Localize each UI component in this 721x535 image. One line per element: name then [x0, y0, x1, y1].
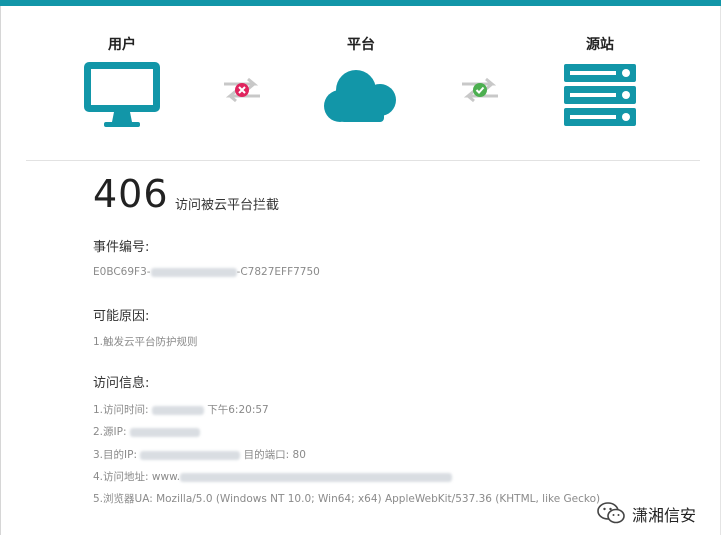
destination-ip: 3.目的IP: 目的端口: 80 [93, 447, 306, 462]
access-time: 1.访问时间: 下午6:20:57 [93, 402, 269, 417]
event-id-suffix: -C7827EFF7750 [236, 266, 320, 278]
event-id-prefix: E0BC69F3- [93, 266, 151, 278]
wechat-icon [597, 502, 625, 524]
redacted-block [151, 405, 204, 415]
source-ip: 2.源IP: [93, 424, 200, 439]
access-time-value: 下午6:20:57 [207, 404, 269, 416]
node-user: 用户 [82, 34, 162, 130]
redacted-block [140, 450, 241, 460]
access-address: 4.访问地址: www. [93, 469, 453, 484]
status-code: 406 [93, 172, 169, 216]
top-accent-bar [0, 0, 721, 6]
redacted-block [150, 267, 237, 277]
destination-ip-label: 3.目的IP: [93, 449, 137, 461]
redacted-block [129, 427, 200, 437]
destination-port: 目的端口: 80 [243, 449, 306, 461]
node-source-label: 源站 [586, 37, 614, 53]
reason-item: 1.触发云平台防护规则 [93, 336, 198, 348]
node-platform: 平台 [320, 34, 402, 130]
access-address-label: 4.访问地址: www. [93, 471, 181, 483]
event-id-value: E0BC69F3- -C7827EFF7750 [93, 266, 320, 278]
access-title: 访问信息: [93, 376, 150, 391]
access-time-label: 1.访问时间: [93, 404, 149, 416]
left-border [0, 6, 1, 535]
redacted-block [180, 472, 453, 482]
arrows-blocked-icon [224, 77, 260, 103]
link-platform-source [460, 76, 500, 108]
arrows-ok-icon [462, 77, 498, 103]
event-id-title: 事件编号: [93, 240, 150, 255]
source-ip-label: 2.源IP: [93, 426, 127, 438]
cloud-icon [324, 70, 396, 122]
divider [26, 160, 700, 161]
node-source: 源站 [562, 34, 638, 130]
status-message: 访问被云平台拦截 [175, 198, 280, 213]
server-icon [564, 64, 636, 126]
reasons-title: 可能原因: [93, 309, 150, 324]
node-platform-label: 平台 [347, 37, 375, 53]
browser-ua: 5.浏览器UA: Mozilla/5.0 (Windows NT 10.0; W… [93, 493, 601, 505]
link-user-platform [222, 76, 262, 108]
node-user-label: 用户 [108, 37, 136, 53]
monitor-icon [84, 62, 160, 127]
watermark-text: 潇湘信安 [632, 506, 697, 525]
